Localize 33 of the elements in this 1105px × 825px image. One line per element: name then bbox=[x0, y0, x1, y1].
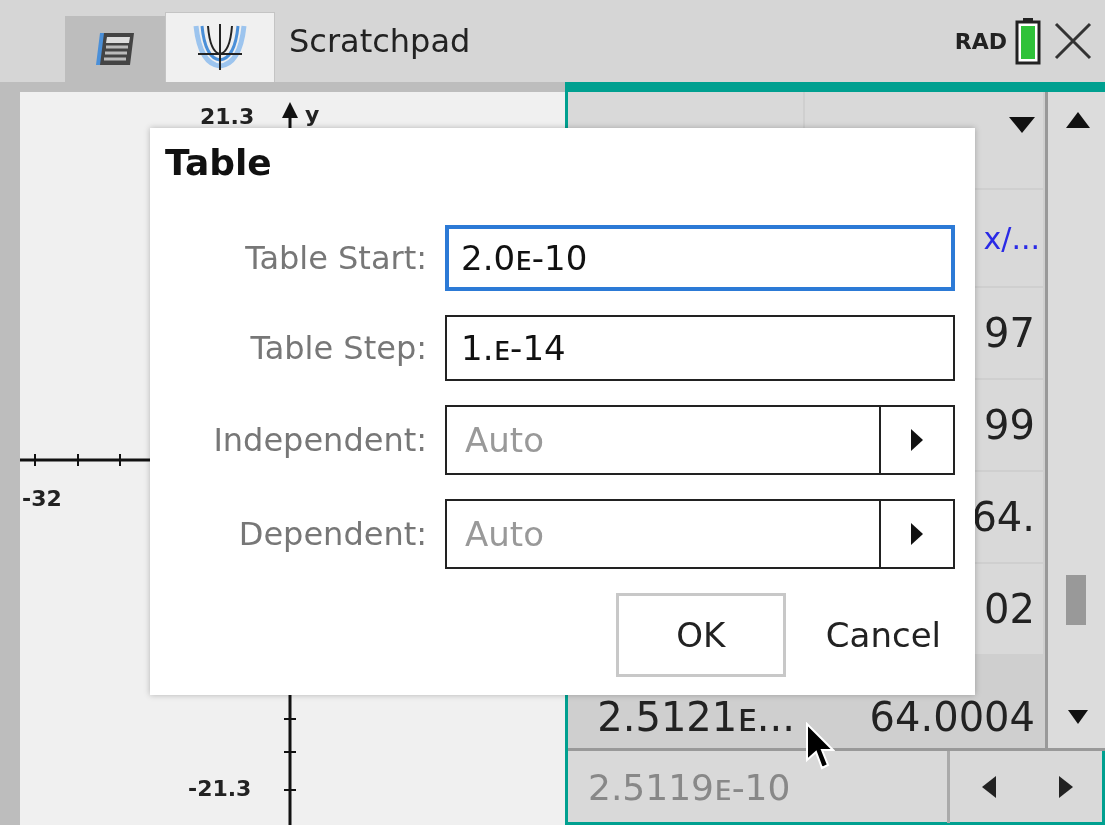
table-cell[interactable]: 02 bbox=[984, 586, 1035, 632]
left-arrow-icon[interactable] bbox=[981, 776, 996, 798]
battery-icon bbox=[1015, 17, 1041, 65]
scroll-up-icon[interactable] bbox=[1066, 112, 1090, 128]
table-cell[interactable]: 97 bbox=[984, 310, 1035, 356]
field-label: Independent: bbox=[213, 421, 427, 459]
table-header-cell[interactable]: x/... bbox=[983, 220, 1040, 256]
table-cell[interactable]: 99 bbox=[984, 402, 1035, 448]
field-label: Table Step: bbox=[250, 329, 427, 367]
document-tab[interactable] bbox=[65, 16, 165, 82]
input-field[interactable]: 1.ᴇ-14 bbox=[445, 315, 955, 381]
dropdown-arrow-icon[interactable] bbox=[1009, 117, 1035, 133]
scroll-down-icon[interactable] bbox=[1068, 710, 1088, 724]
dialog-title: Table bbox=[165, 142, 272, 183]
ok-button[interactable]: OK bbox=[615, 593, 786, 677]
table-cell[interactable]: 64. bbox=[971, 494, 1035, 540]
graph-icon bbox=[192, 23, 248, 72]
close-icon[interactable] bbox=[1053, 21, 1093, 61]
right-arrow-icon[interactable] bbox=[1059, 776, 1074, 798]
field-label: Table Start: bbox=[245, 239, 427, 277]
angle-mode-indicator: RAD bbox=[954, 28, 1007, 54]
caret-icon bbox=[911, 523, 923, 545]
input-field[interactable]: 2.0ᴇ-10 bbox=[445, 225, 955, 291]
axis-min-label: -32 bbox=[22, 486, 62, 511]
axis-label: y bbox=[305, 102, 320, 127]
caret-icon bbox=[911, 429, 923, 451]
axis-min-label: -21.3 bbox=[188, 776, 252, 801]
axis-max-label: 21.3 bbox=[200, 104, 255, 129]
field-label: Dependent: bbox=[238, 515, 427, 553]
scrollbar-thumb[interactable] bbox=[1066, 575, 1086, 625]
mouse-pointer-icon bbox=[805, 722, 835, 770]
document-tab[interactable] bbox=[165, 12, 275, 82]
app-title: Scratchpad bbox=[289, 22, 472, 60]
